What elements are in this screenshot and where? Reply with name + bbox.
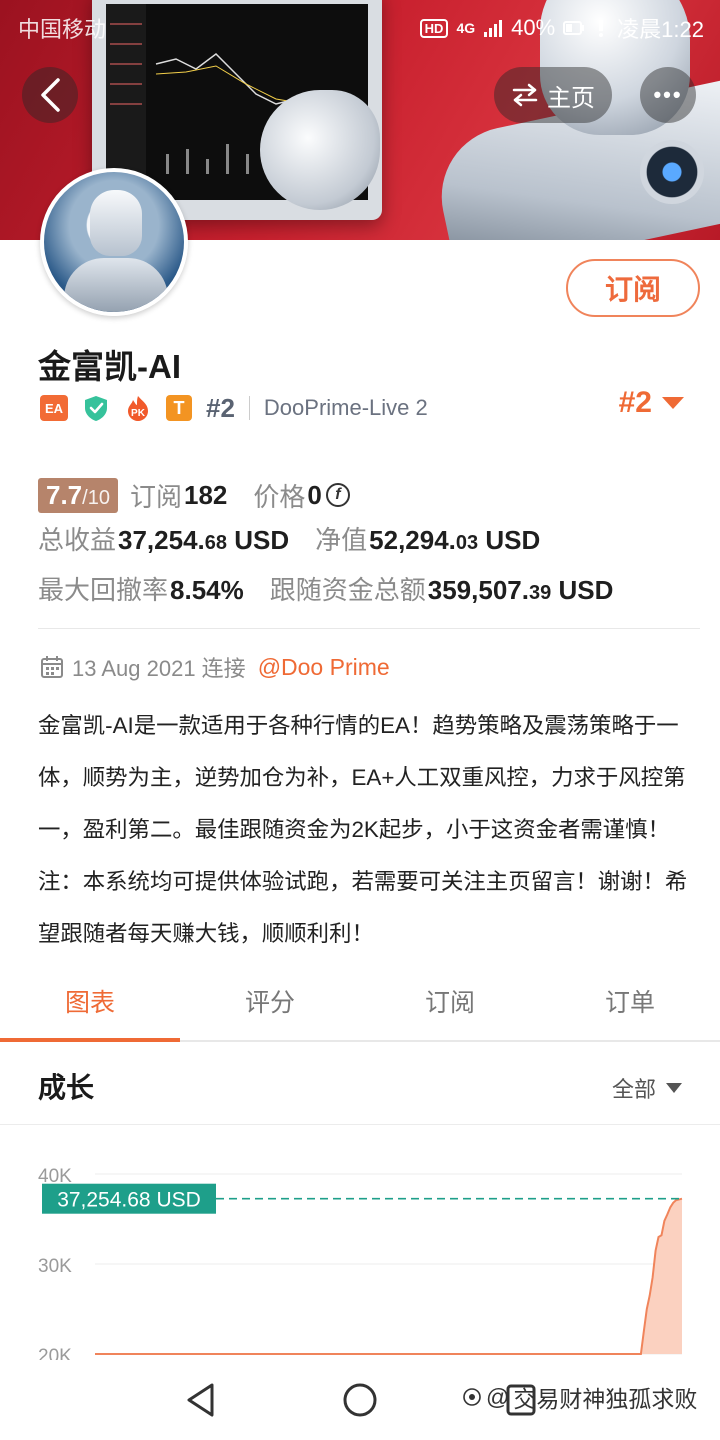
calendar-icon (41, 656, 63, 678)
pk-flame-icon[interactable]: PK (124, 394, 152, 422)
growth-title: 成长 (38, 1072, 95, 1103)
strategy-description: 金富凯-AI是一款适用于各种行情的EA！趋势策略及震荡策略于一体，顺势为主，逆势… (38, 713, 688, 946)
total-profit-value: 37,254.68 USD (118, 525, 290, 555)
triangle-down-icon (662, 397, 684, 409)
follow-funds-label: 跟随资金总额 (269, 575, 426, 605)
subscribe-count-label: 订阅 (129, 481, 182, 512)
hd-icon: HD (419, 18, 449, 38)
growth-area (95, 1198, 682, 1354)
tab-subscription[interactable]: 订阅 (360, 962, 540, 1040)
home-button[interactable]: 主页 (494, 67, 612, 123)
verified-shield-icon[interactable] (82, 394, 110, 422)
price-label: 价格 (253, 481, 306, 512)
tab-chart[interactable]: 图表 (0, 962, 180, 1042)
range-filter-label: 全部 (611, 1077, 656, 1102)
connect-date: 13 Aug 2021 连接 (72, 656, 246, 681)
alarm-icon (599, 20, 604, 37)
signal-icon (484, 20, 503, 37)
nav-home-icon[interactable] (342, 1382, 378, 1418)
total-profit-label: 总收益 (38, 525, 117, 555)
watermark-text: 交易财神独孤求败 (513, 1386, 698, 1412)
ea-badge-icon[interactable]: EA (40, 395, 68, 421)
divider (0, 1124, 720, 1125)
triangle-down-icon (666, 1083, 682, 1093)
broker-link[interactable]: @Doo Prime (258, 654, 390, 681)
robot-hand-illustration (260, 90, 380, 210)
badge-row: EA PK T #2 DooPrime-Live 2 (40, 392, 428, 424)
tab-bar: 图表 评分 订阅 订单 (0, 962, 720, 1042)
watermark-logo-icon (463, 1388, 481, 1406)
y-tick-label: 30K (38, 1256, 72, 1277)
tab-rating[interactable]: 评分 (180, 962, 360, 1040)
growth-line (95, 1197, 683, 1355)
divider (38, 628, 700, 629)
more-icon: ••• (653, 82, 683, 107)
clock: 凌晨1:22 (617, 17, 704, 42)
t-badge-icon[interactable]: T (166, 395, 192, 421)
range-filter-dropdown[interactable]: 全部 (612, 1072, 682, 1104)
rank-dropdown-label: #2 (618, 386, 652, 419)
connection-meta: 13 Aug 2021 连接 @Doo Prime (40, 651, 390, 683)
stats-panel: 7.7/10 订阅 182 价格 0 f 总收益 37,254.68 USD 净… (38, 470, 613, 620)
tab-orders[interactable]: 订单 (540, 962, 720, 1040)
rank-dropdown[interactable]: #2 (619, 386, 684, 420)
carrier-name: 中国移动 (18, 17, 107, 42)
equity-value: 52,294.03 USD (369, 525, 541, 555)
status-bar: 中国移动 HD 4G 40% 凌晨1:22 (0, 0, 720, 50)
max-drawdown-label: 最大回撤率 (38, 575, 169, 605)
subscribe-count: 182 (183, 479, 228, 510)
rank-label: #2 (206, 392, 235, 423)
follow-funds-value: 359,507.39 USD (427, 575, 614, 605)
chevron-left-icon (41, 78, 60, 112)
back-button[interactable] (22, 67, 78, 123)
subscribe-button[interactable]: 订阅 (566, 259, 700, 317)
more-button[interactable]: ••• (640, 67, 696, 123)
equity-label: 净值 (315, 525, 368, 555)
strategy-title: 金富凯-AI (38, 348, 181, 385)
separator (248, 396, 250, 420)
battery-icon (563, 21, 585, 35)
swap-icon (512, 83, 538, 107)
watermark: @ 交易财神独孤求败 (462, 1380, 697, 1414)
score-badge: 7.7/10 (38, 477, 118, 513)
nav-back-icon[interactable] (184, 1382, 216, 1418)
price-value: 0 (307, 479, 322, 510)
pk-badge-text: PK (131, 408, 146, 419)
network-type: 4G (456, 20, 476, 36)
home-label: 主页 (547, 84, 595, 112)
coin-icon: f (325, 483, 350, 507)
current-value-label: 37,254.68 USD (57, 1189, 201, 1212)
server-name: DooPrime-Live 2 (263, 395, 428, 420)
avatar[interactable] (40, 168, 188, 316)
max-drawdown-value: 8.54% (170, 575, 244, 605)
battery-level: 40% (511, 15, 556, 40)
robot-eye-illustration (640, 140, 704, 204)
growth-chart: 40K30K20K37,254.68 USD (38, 1166, 683, 1366)
